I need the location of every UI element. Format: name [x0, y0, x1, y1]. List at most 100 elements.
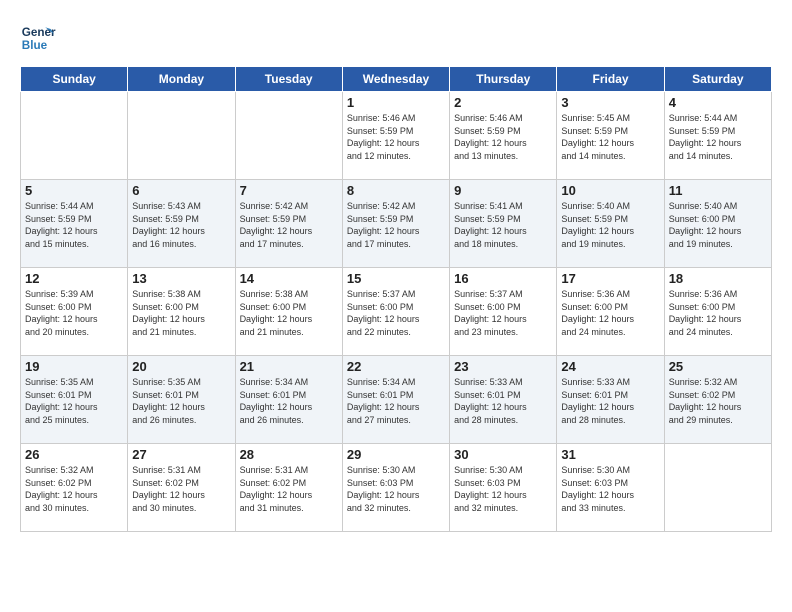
calendar-cell: 19 Sunrise: 5:35 AM Sunset: 6:01 PM Dayli…: [21, 356, 128, 444]
calendar-cell: 20 Sunrise: 5:35 AM Sunset: 6:01 PM Dayli…: [128, 356, 235, 444]
logo: General Blue: [20, 20, 60, 56]
day-number: 2: [454, 95, 552, 110]
day-header-sunday: Sunday: [21, 67, 128, 92]
day-number: 10: [561, 183, 659, 198]
calendar-cell: 12 Sunrise: 5:39 AM Sunset: 6:00 PM Dayli…: [21, 268, 128, 356]
day-info: Sunrise: 5:31 AM Sunset: 6:02 PM Dayligh…: [240, 464, 338, 514]
day-info: Sunrise: 5:43 AM Sunset: 5:59 PM Dayligh…: [132, 200, 230, 250]
calendar-cell: 22 Sunrise: 5:34 AM Sunset: 6:01 PM Dayli…: [342, 356, 449, 444]
day-info: Sunrise: 5:30 AM Sunset: 6:03 PM Dayligh…: [347, 464, 445, 514]
page-header: General Blue: [20, 20, 772, 56]
calendar-cell: 31Sunrise: 5:30 AM Sunset: 6:03 PM Dayli…: [557, 444, 664, 532]
day-info: Sunrise: 5:34 AM Sunset: 6:01 PM Dayligh…: [240, 376, 338, 426]
day-number: 26: [25, 447, 123, 462]
day-info: Sunrise: 5:31 AM Sunset: 6:02 PM Dayligh…: [132, 464, 230, 514]
day-info: Sunrise: 5:33 AM Sunset: 6:01 PM Dayligh…: [454, 376, 552, 426]
day-number: 27: [132, 447, 230, 462]
day-header-tuesday: Tuesday: [235, 67, 342, 92]
day-number: 8: [347, 183, 445, 198]
day-number: 18: [669, 271, 767, 286]
week-row-5: 26 Sunrise: 5:32 AM Sunset: 6:02 PM Dayli…: [21, 444, 772, 532]
calendar-cell: [235, 92, 342, 180]
day-number: 21: [240, 359, 338, 374]
calendar-cell: 28 Sunrise: 5:31 AM Sunset: 6:02 PM Dayli…: [235, 444, 342, 532]
week-row-3: 12 Sunrise: 5:39 AM Sunset: 6:00 PM Dayli…: [21, 268, 772, 356]
calendar-cell: 15Sunrise: 5:37 AM Sunset: 6:00 PM Dayli…: [342, 268, 449, 356]
day-number: 1: [347, 95, 445, 110]
day-number: 11: [669, 183, 767, 198]
day-number: 14: [240, 271, 338, 286]
day-info: Sunrise: 5:40 AM Sunset: 5:59 PM Dayligh…: [561, 200, 659, 250]
day-number: 20: [132, 359, 230, 374]
day-number: 13: [132, 271, 230, 286]
day-number: 22: [347, 359, 445, 374]
week-row-2: 5 Sunrise: 5:44 AM Sunset: 5:59 PM Daylig…: [21, 180, 772, 268]
day-number: 28: [240, 447, 338, 462]
day-info: Sunrise: 5:46 AM Sunset: 5:59 PM Dayligh…: [347, 112, 445, 162]
calendar-cell: [21, 92, 128, 180]
calendar-cell: 17 Sunrise: 5:36 AM Sunset: 6:00 PM Dayli…: [557, 268, 664, 356]
day-info: Sunrise: 5:44 AM Sunset: 5:59 PM Dayligh…: [669, 112, 767, 162]
calendar-cell: 25Sunrise: 5:32 AM Sunset: 6:02 PM Dayli…: [664, 356, 771, 444]
day-info: Sunrise: 5:30 AM Sunset: 6:03 PM Dayligh…: [454, 464, 552, 514]
day-number: 17: [561, 271, 659, 286]
day-info: Sunrise: 5:42 AM Sunset: 5:59 PM Dayligh…: [347, 200, 445, 250]
day-header-saturday: Saturday: [664, 67, 771, 92]
calendar-cell: 7 Sunrise: 5:42 AM Sunset: 5:59 PM Daylig…: [235, 180, 342, 268]
day-number: 12: [25, 271, 123, 286]
day-info: Sunrise: 5:33 AM Sunset: 6:01 PM Dayligh…: [561, 376, 659, 426]
day-number: 7: [240, 183, 338, 198]
header-row: SundayMondayTuesdayWednesdayThursdayFrid…: [21, 67, 772, 92]
day-header-monday: Monday: [128, 67, 235, 92]
day-info: Sunrise: 5:32 AM Sunset: 6:02 PM Dayligh…: [669, 376, 767, 426]
week-row-4: 19 Sunrise: 5:35 AM Sunset: 6:01 PM Dayli…: [21, 356, 772, 444]
calendar-cell: 2 Sunrise: 5:46 AM Sunset: 5:59 PM Daylig…: [450, 92, 557, 180]
calendar-cell: 11 Sunrise: 5:40 AM Sunset: 6:00 PM Dayli…: [664, 180, 771, 268]
calendar-cell: 10 Sunrise: 5:40 AM Sunset: 5:59 PM Dayli…: [557, 180, 664, 268]
day-info: Sunrise: 5:39 AM Sunset: 6:00 PM Dayligh…: [25, 288, 123, 338]
calendar-cell: 13Sunrise: 5:38 AM Sunset: 6:00 PM Dayli…: [128, 268, 235, 356]
calendar-cell: 8 Sunrise: 5:42 AM Sunset: 5:59 PM Daylig…: [342, 180, 449, 268]
day-number: 23: [454, 359, 552, 374]
calendar-cell: 21 Sunrise: 5:34 AM Sunset: 6:01 PM Dayli…: [235, 356, 342, 444]
calendar-cell: 9 Sunrise: 5:41 AM Sunset: 5:59 PM Daylig…: [450, 180, 557, 268]
day-number: 4: [669, 95, 767, 110]
day-info: Sunrise: 5:36 AM Sunset: 6:00 PM Dayligh…: [669, 288, 767, 338]
day-info: Sunrise: 5:42 AM Sunset: 5:59 PM Dayligh…: [240, 200, 338, 250]
day-info: Sunrise: 5:34 AM Sunset: 6:01 PM Dayligh…: [347, 376, 445, 426]
calendar-cell: [664, 444, 771, 532]
day-number: 5: [25, 183, 123, 198]
day-info: Sunrise: 5:35 AM Sunset: 6:01 PM Dayligh…: [25, 376, 123, 426]
calendar-cell: 3Sunrise: 5:45 AM Sunset: 5:59 PM Daylig…: [557, 92, 664, 180]
calendar-cell: 29Sunrise: 5:30 AM Sunset: 6:03 PM Dayli…: [342, 444, 449, 532]
day-number: 31: [561, 447, 659, 462]
calendar-cell: 30Sunrise: 5:30 AM Sunset: 6:03 PM Dayli…: [450, 444, 557, 532]
svg-text:General: General: [22, 26, 56, 39]
calendar-cell: [128, 92, 235, 180]
day-info: Sunrise: 5:36 AM Sunset: 6:00 PM Dayligh…: [561, 288, 659, 338]
day-number: 9: [454, 183, 552, 198]
week-row-1: 1 Sunrise: 5:46 AM Sunset: 5:59 PM Daylig…: [21, 92, 772, 180]
calendar-cell: 16 Sunrise: 5:37 AM Sunset: 6:00 PM Dayli…: [450, 268, 557, 356]
day-number: 16: [454, 271, 552, 286]
day-header-wednesday: Wednesday: [342, 67, 449, 92]
day-header-thursday: Thursday: [450, 67, 557, 92]
calendar-cell: 18 Sunrise: 5:36 AM Sunset: 6:00 PM Dayli…: [664, 268, 771, 356]
day-info: Sunrise: 5:40 AM Sunset: 6:00 PM Dayligh…: [669, 200, 767, 250]
day-info: Sunrise: 5:41 AM Sunset: 5:59 PM Dayligh…: [454, 200, 552, 250]
calendar-table: SundayMondayTuesdayWednesdayThursdayFrid…: [20, 66, 772, 532]
day-info: Sunrise: 5:37 AM Sunset: 6:00 PM Dayligh…: [454, 288, 552, 338]
day-info: Sunrise: 5:32 AM Sunset: 6:02 PM Dayligh…: [25, 464, 123, 514]
day-number: 6: [132, 183, 230, 198]
day-number: 19: [25, 359, 123, 374]
calendar-cell: 5 Sunrise: 5:44 AM Sunset: 5:59 PM Daylig…: [21, 180, 128, 268]
calendar-cell: 24Sunrise: 5:33 AM Sunset: 6:01 PM Dayli…: [557, 356, 664, 444]
day-number: 15: [347, 271, 445, 286]
day-info: Sunrise: 5:35 AM Sunset: 6:01 PM Dayligh…: [132, 376, 230, 426]
day-info: Sunrise: 5:44 AM Sunset: 5:59 PM Dayligh…: [25, 200, 123, 250]
calendar-cell: 6 Sunrise: 5:43 AM Sunset: 5:59 PM Daylig…: [128, 180, 235, 268]
day-info: Sunrise: 5:38 AM Sunset: 6:00 PM Dayligh…: [240, 288, 338, 338]
calendar-cell: 14 Sunrise: 5:38 AM Sunset: 6:00 PM Dayli…: [235, 268, 342, 356]
day-info: Sunrise: 5:46 AM Sunset: 5:59 PM Dayligh…: [454, 112, 552, 162]
calendar-cell: 27 Sunrise: 5:31 AM Sunset: 6:02 PM Dayli…: [128, 444, 235, 532]
